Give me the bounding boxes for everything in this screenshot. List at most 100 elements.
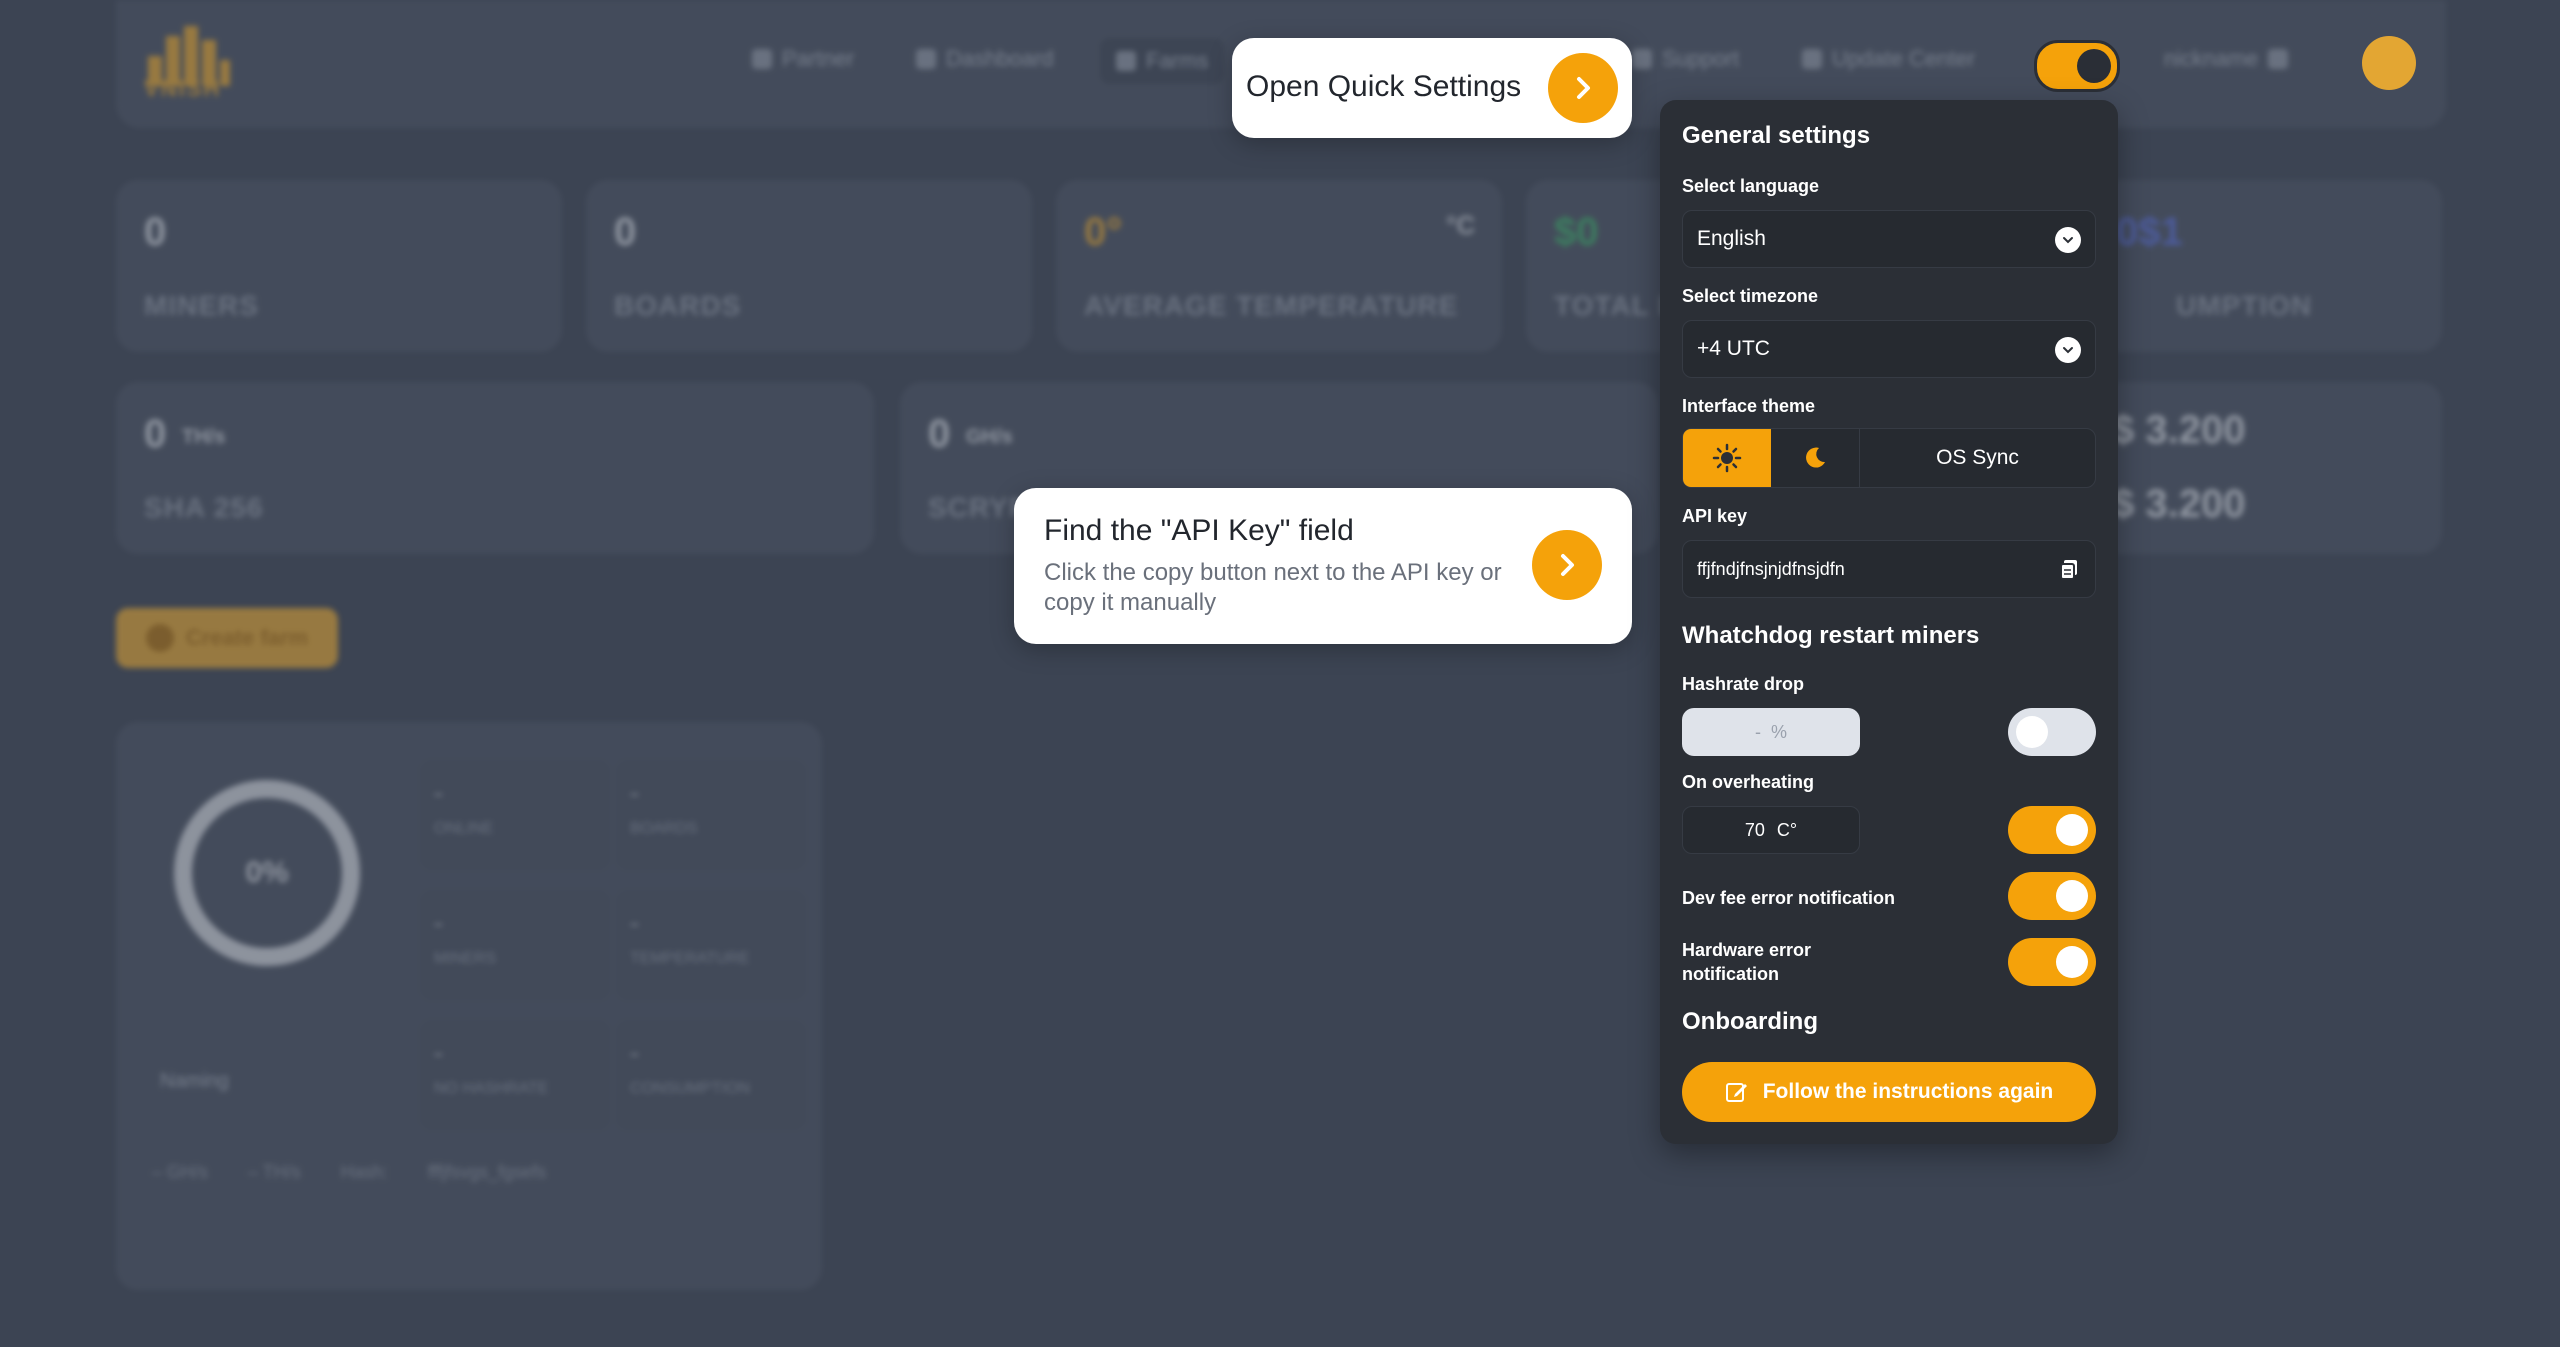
update-icon bbox=[1802, 49, 1822, 69]
price-value: $ 3.200 bbox=[2112, 482, 2246, 526]
timezone-label: Select timezone bbox=[1682, 286, 1819, 306]
hw-error-toggle[interactable] bbox=[2008, 938, 2096, 986]
stat-unit: TH/s bbox=[182, 426, 226, 448]
farm-tile-no-hashrate: – NO HASHRATE bbox=[420, 1020, 610, 1130]
language-value: English bbox=[1697, 227, 1766, 250]
edit-icon bbox=[1725, 1083, 1747, 1102]
language-select[interactable]: English bbox=[1682, 210, 2096, 268]
tip-next-button[interactable] bbox=[1532, 530, 1602, 600]
nav-farms-label: Farms bbox=[1146, 48, 1209, 73]
follow-instructions-button[interactable]: Follow the instructions again bbox=[1682, 1062, 2096, 1122]
farm-tile-consumption: – CONSUMPTION bbox=[616, 1020, 806, 1130]
nav-support[interactable]: Support bbox=[1632, 46, 1739, 72]
farm-rate-1: – GH/s bbox=[152, 1162, 209, 1182]
farm-progress-ring: 0% bbox=[174, 780, 360, 966]
price-value: $ 3.200 bbox=[2112, 408, 2246, 452]
chevron-right-icon bbox=[1577, 77, 1590, 99]
theme-selector: OS Sync bbox=[1682, 428, 2096, 488]
farm-tile-miners: – MINERS bbox=[420, 890, 610, 1000]
hashrate-unit: % bbox=[1771, 721, 1788, 742]
quick-settings-toggle[interactable] bbox=[2034, 40, 2120, 92]
api-key-value: ffjfndjfnsjnjdfnsjdfn bbox=[1697, 558, 1845, 579]
devfee-toggle[interactable] bbox=[2008, 872, 2096, 920]
chevron-down-icon bbox=[2055, 227, 2081, 253]
timezone-select[interactable]: +4 UTC bbox=[1682, 320, 2096, 378]
chevron-down-icon bbox=[2055, 337, 2081, 363]
theme-dark-button[interactable] bbox=[1771, 429, 1860, 487]
nav-dashboard-label: Dashboard bbox=[946, 46, 1054, 71]
theme-label: Interface theme bbox=[1682, 396, 1816, 416]
hashrate-drop-toggle[interactable] bbox=[2008, 708, 2096, 756]
timezone-value: +4 UTC bbox=[1697, 337, 1770, 360]
farm-percent: 0% bbox=[245, 856, 289, 889]
overheat-value: 70 bbox=[1744, 819, 1765, 840]
nav-support-label: Support bbox=[1662, 46, 1740, 71]
tip-next-button[interactable] bbox=[1548, 53, 1618, 123]
stat-unit: °C bbox=[1446, 210, 1476, 240]
theme-light-button[interactable] bbox=[1683, 429, 1771, 487]
language-label: Select language bbox=[1682, 176, 1820, 196]
farm-rate-2: – TH/s bbox=[248, 1162, 301, 1182]
farm-name: Naming bbox=[160, 1070, 229, 1092]
support-icon bbox=[1632, 49, 1652, 69]
nav-partner-label: Partner bbox=[782, 46, 855, 71]
farms-icon bbox=[1116, 51, 1136, 71]
theme-os-sync-button[interactable]: OS Sync bbox=[1860, 429, 2095, 487]
chevron-right-icon bbox=[1561, 554, 1574, 576]
nav-partner[interactable]: Partner bbox=[752, 46, 854, 72]
farm-hash-value: fffjfsvgs_fgsefs bbox=[427, 1162, 547, 1182]
farm-card[interactable]: 0% Naming – ONLINE – BOARDS – MINERS – TEMPE… bbox=[116, 722, 822, 1290]
tip-body: Click the copy button next to the API ke… bbox=[1044, 559, 1502, 616]
stat-label: TOTAL I bbox=[1554, 290, 1667, 321]
overheat-temperature-input[interactable]: 70 C° bbox=[1682, 806, 1860, 854]
onboarding-title: Onboarding bbox=[1682, 1008, 1818, 1035]
nav-dashboard[interactable]: Dashboard bbox=[916, 46, 1054, 72]
nickname: nickname bbox=[2164, 46, 2289, 72]
toggle-knob bbox=[2077, 49, 2111, 83]
watchdog-title: Whatchdog restart miners bbox=[1682, 622, 1980, 649]
stat-label: MINERS bbox=[144, 290, 259, 321]
overheat-unit: C° bbox=[1776, 819, 1798, 840]
hashrate-drop-input[interactable]: - % bbox=[1682, 708, 1860, 756]
background-app: VNISH Partner Dashboard Farms Support Up… bbox=[0, 0, 2560, 1347]
theme-os-label: OS Sync bbox=[1936, 446, 2019, 469]
avatar[interactable] bbox=[2362, 36, 2416, 90]
create-farm-button[interactable]: Create farm bbox=[116, 608, 338, 668]
nav-farms[interactable]: Farms bbox=[1100, 38, 1225, 84]
dashboard-icon bbox=[916, 49, 936, 69]
logout-icon[interactable] bbox=[2268, 49, 2289, 69]
nav-update-center[interactable]: Update Center bbox=[1802, 46, 1975, 72]
tip-title: Find the "API Key" field bbox=[1044, 514, 1354, 547]
stat-unit: GH/s bbox=[966, 426, 1013, 448]
tip-find-api-key: Find the "API Key" field Click the copy … bbox=[1014, 488, 1632, 644]
nav-update-center-label: Update Center bbox=[1832, 46, 1976, 71]
nickname-label: nickname bbox=[2164, 46, 2259, 71]
general-settings-title: General settings bbox=[1682, 122, 1871, 149]
stat-value: 0 bbox=[928, 412, 951, 456]
stat-value: 0 bbox=[614, 210, 637, 254]
quick-settings-panel: General settings Select language English… bbox=[1660, 100, 2118, 1144]
hashrate-drop-label: Hashrate drop bbox=[1682, 674, 1805, 694]
copy-icon[interactable] bbox=[2059, 559, 2079, 581]
stat-card-miners: 0 MINERS bbox=[116, 180, 562, 352]
api-key-field[interactable]: ffjfndjfnsjnjdfnsjdfn bbox=[1682, 540, 2096, 598]
farm-footer: – GH/s – TH/s Hash: fffjfsvgs_fgsefs bbox=[152, 1162, 546, 1183]
hw-error-label-line-2: notification bbox=[1682, 964, 1779, 984]
farm-tile-temperature: – TEMPERATURE bbox=[616, 890, 806, 1000]
stat-card-temperature: 0° °C AVERAGE TEMPERATURE bbox=[1056, 180, 1502, 352]
farm-tile-online: – ONLINE bbox=[420, 760, 610, 870]
stat-value: 0 bbox=[144, 412, 167, 456]
stat-label: SHA 256 bbox=[144, 492, 264, 523]
hashrate-placeholder: - bbox=[1754, 721, 1761, 742]
farm-tile-boards: – BOARDS bbox=[616, 760, 806, 870]
partner-icon bbox=[752, 49, 772, 69]
stat-value: 0° bbox=[1084, 210, 1123, 254]
overheat-label: On overheating bbox=[1682, 772, 1815, 792]
stat-value: 0 bbox=[144, 210, 167, 254]
stat-label: UMPTION bbox=[2176, 290, 2313, 321]
stat-label: AVERAGE TEMPERATURE bbox=[1084, 290, 1459, 321]
overheat-toggle[interactable] bbox=[2008, 806, 2096, 854]
stat-card-boards: 0 BOARDS bbox=[586, 180, 1032, 352]
farm-hash-label: Hash: bbox=[340, 1162, 388, 1182]
follow-instructions-label: Follow the instructions again bbox=[1762, 1080, 2054, 1103]
